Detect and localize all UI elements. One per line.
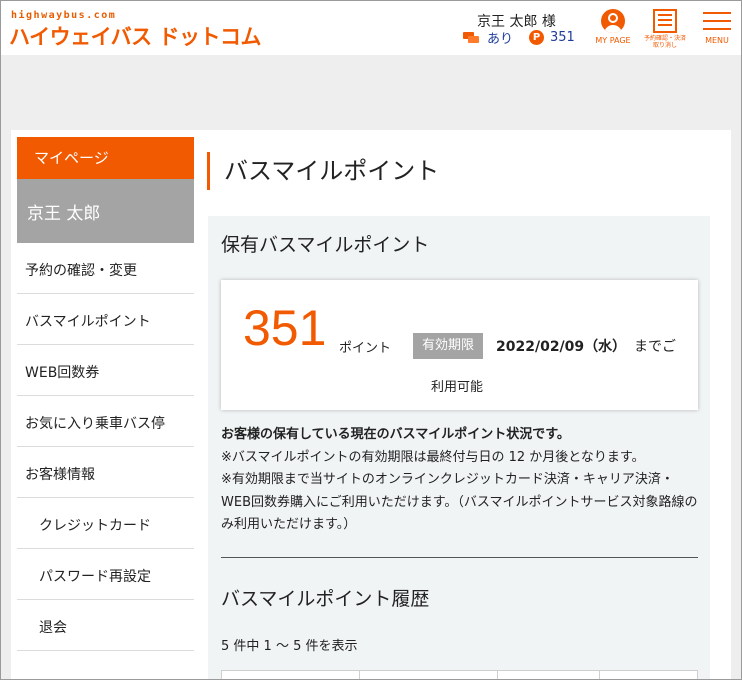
point-count[interactable]: 351: [550, 30, 575, 45]
notice-bold: お客様の保有している現在のバスマイルポイント状況です。: [221, 427, 570, 442]
notice-line-2: ※有効期限まで当サイトのオンラインクレジットカード決済・キャリア決済・WEB回数…: [221, 472, 698, 532]
sidebar-item-customer-info[interactable]: お客様情報: [17, 447, 194, 498]
divider: [221, 557, 698, 558]
sidebar-item-withdraw[interactable]: 退会: [17, 600, 194, 651]
sidebar-item-busmile-points[interactable]: バスマイルポイント: [17, 294, 194, 345]
held-points-heading: 保有バスマイルポイント: [221, 234, 430, 256]
mypage-label: MY PAGE: [595, 36, 631, 45]
menu-label: MENU: [705, 36, 729, 45]
expiry-badge: 有効期限: [413, 333, 483, 359]
hamburger-icon: [703, 9, 731, 33]
point-summary-card: 351 ポイント 有効期限 2022/02/09（水） までご 利用可能: [221, 280, 698, 410]
ticket-status[interactable]: あり: [487, 28, 513, 47]
usable-label: 利用可能: [431, 380, 484, 395]
site-logo[interactable]: ハイウェイバス ドットコム: [9, 21, 261, 51]
user-icon: [601, 9, 625, 33]
site-header: highwaybus.com ハイウェイバス ドットコム 京王 太郎 様 あり …: [1, 1, 741, 55]
menu-button[interactable]: MENU: [701, 9, 733, 45]
sidebar-title: マイページ: [17, 137, 194, 179]
sidebar-item-credit-card[interactable]: クレジットカード: [17, 498, 194, 549]
user-status: あり P 351: [463, 28, 575, 47]
sidebar-item-favorite-stops[interactable]: お気に入り乗車バス停: [17, 396, 194, 447]
sidebar-item-reservations[interactable]: 予約の確認・変更: [17, 243, 194, 294]
point-unit: ポイント: [339, 341, 392, 356]
sidebar: マイページ 京王 太郎 予約の確認・変更 バスマイルポイント WEB回数券 お気…: [17, 137, 194, 651]
browser-frame: highwaybus.com ハイウェイバス ドットコム 京王 太郎 様 あり …: [0, 0, 742, 680]
logo-domain[interactable]: highwaybus.com: [11, 10, 116, 21]
notice-line-1: ※バスマイルポイントの有効期限は最終付与日の 12 か月後となります。: [221, 449, 645, 465]
main-area: マイページ 京王 太郎 予約の確認・変更 バスマイルポイント WEB回数券 お気…: [11, 130, 731, 679]
list-icon: [653, 9, 677, 33]
expiry-date: 2022/02/09（水）: [496, 339, 627, 355]
sidebar-user-name: 京王 太郎: [17, 179, 194, 243]
reservation-label-2: 取り消し: [652, 42, 677, 49]
mypage-button[interactable]: MY PAGE: [591, 9, 635, 45]
history-heading: バスマイルポイント履歴: [221, 588, 430, 610]
point-icon: P: [529, 29, 545, 45]
result-count: 5 件中 1 ～ 5 件を表示: [221, 639, 358, 654]
history-table: [221, 670, 698, 679]
points-notice: お客様の保有している現在のバスマイルポイント状況です。 ※バスマイルポイントの有…: [221, 424, 701, 537]
points-panel: 保有バスマイルポイント 351 ポイント 有効期限 2022/02/09（水） …: [208, 216, 710, 679]
sidebar-item-web-coupon[interactable]: WEB回数券: [17, 345, 194, 396]
sidebar-item-password-reset[interactable]: パスワード再設定: [17, 549, 194, 600]
ticket-icon: [463, 31, 481, 43]
point-value: 351: [243, 300, 327, 356]
reservation-label-1: 予約確認・決済: [643, 35, 686, 42]
page-title: バスマイルポイント: [207, 152, 439, 190]
reservation-button[interactable]: 予約確認・決済 取り消し: [639, 9, 691, 49]
expiry-suffix: までご: [634, 339, 676, 355]
